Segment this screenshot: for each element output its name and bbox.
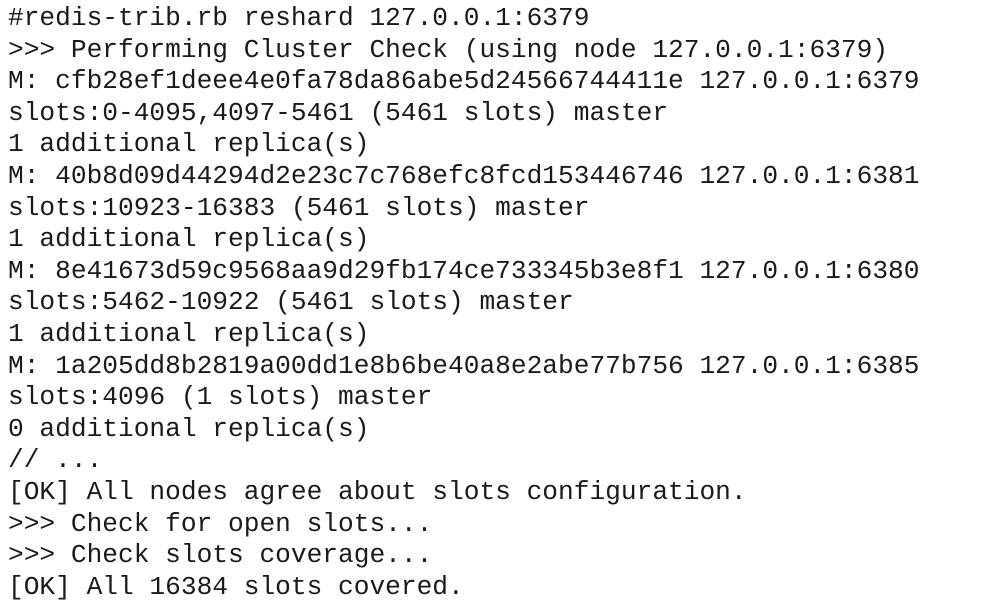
output-line: >>> Performing Cluster Check (using node… bbox=[8, 34, 889, 65]
output-line: [OK] All nodes agree about slots configu… bbox=[8, 476, 747, 507]
output-line: M: 8e41673d59c9568aa9d29fb174ce733345b3e… bbox=[8, 255, 920, 286]
output-line: [OK] All 16384 slots covered. bbox=[8, 571, 464, 602]
output-line: >>> Check slots coverage... bbox=[8, 540, 433, 571]
output-line: slots:4096 (1 slots) master bbox=[8, 382, 433, 413]
output-line: 1 additional replica(s) bbox=[8, 129, 370, 160]
output-line: slots:5462-10922 (5461 slots) master bbox=[8, 287, 574, 318]
output-line: // ... bbox=[8, 445, 103, 476]
output-line: M: 1a205dd8b2819a00dd1e8b6be40a8e2abe77b… bbox=[8, 350, 920, 381]
output-line: 1 additional replica(s) bbox=[8, 224, 370, 255]
output-line: M: cfb28ef1deee4e0fa78da86abe5d245667444… bbox=[8, 66, 920, 97]
command-line: #redis-trib.rb reshard 127.0.0.1:6379 bbox=[8, 3, 590, 33]
terminal-output: #redis-trib.rb reshard 127.0.0.1:6379 >>… bbox=[0, 0, 1004, 610]
output-line: 0 additional replica(s) bbox=[8, 413, 370, 444]
output-line: 1 additional replica(s) bbox=[8, 318, 370, 349]
output-line: slots:10923-16383 (5461 slots) master bbox=[8, 192, 590, 223]
output-line: M: 40b8d09d44294d2e23c7c768efc8fcd153446… bbox=[8, 160, 920, 191]
output-line: slots:0-4095,4097-5461 (5461 slots) mast… bbox=[8, 97, 669, 128]
output-line: >>> Check for open slots... bbox=[8, 508, 433, 539]
